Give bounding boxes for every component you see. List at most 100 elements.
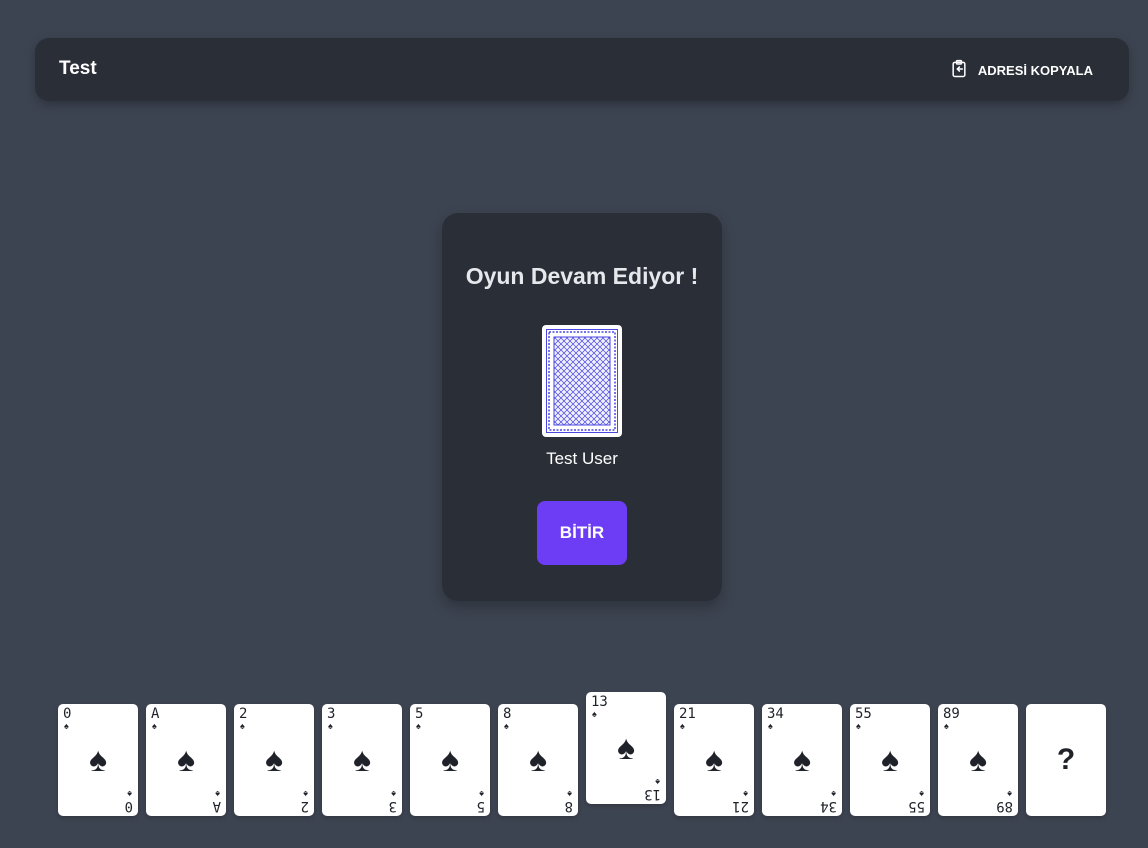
card-corner-top: 2 ♠ [239, 707, 273, 731]
card-value: 13 [591, 694, 608, 710]
card-value: 21 [679, 706, 696, 722]
finish-button[interactable]: BİTİR [537, 501, 627, 565]
card-corner-bottom: 13 ♠ [627, 777, 661, 802]
card-value: 34 [820, 798, 837, 814]
spade-icon: ♠ [831, 789, 836, 799]
spade-icon: ♠ [240, 721, 245, 731]
card-corner-bottom: 34 ♠ [803, 789, 837, 814]
card-value: 8 [564, 798, 573, 814]
spade-icon: ♠ [328, 721, 333, 731]
card-value: 0 [124, 798, 133, 814]
spade-icon: ♠ [968, 741, 988, 779]
card-corner-bottom: 55 ♠ [891, 789, 925, 814]
card-34[interactable]: 34 ♠ 34 ♠ ♠ [762, 704, 842, 816]
spade-icon: ♠ [64, 721, 69, 731]
spade-icon: ♠ [264, 741, 284, 779]
player-card-back [542, 325, 622, 437]
spade-icon: ♠ [127, 789, 132, 799]
card-corner-bottom: 89 ♠ [979, 789, 1013, 814]
spade-icon: ♠ [215, 789, 220, 799]
card-corner-top: 0 ♠ [63, 707, 97, 731]
card-corner-bottom: 21 ♠ [715, 789, 749, 814]
card-value: 5 [415, 706, 424, 722]
spade-icon: ♠ [680, 721, 685, 731]
card-value: 89 [996, 798, 1013, 814]
card-21[interactable]: 21 ♠ 21 ♠ ♠ [674, 704, 754, 816]
card-unknown[interactable]: ? [1026, 704, 1106, 816]
card-A[interactable]: A ♠ A ♠ ♠ [146, 704, 226, 816]
card-5[interactable]: 5 ♠ 5 ♠ ♠ [410, 704, 490, 816]
card-corner-top: 3 ♠ [327, 707, 361, 731]
card-corner-bottom: 0 ♠ [99, 789, 133, 814]
spade-icon: ♠ [792, 741, 812, 779]
card-value: 5 [476, 798, 485, 814]
spade-icon: ♠ [919, 789, 924, 799]
card-corner-bottom: 5 ♠ [451, 789, 485, 814]
card-corner-bottom: 3 ♠ [363, 789, 397, 814]
player-name: Test User [546, 449, 618, 468]
spade-icon: ♠ [303, 789, 308, 799]
spade-icon: ♠ [176, 741, 196, 779]
card-back-pattern-icon [546, 329, 618, 433]
card-value: 13 [644, 786, 661, 802]
room-title: Test [59, 58, 97, 79]
spade-icon: ♠ [856, 721, 861, 731]
spade-icon: ♠ [504, 721, 509, 731]
card-value: 2 [239, 706, 248, 722]
spade-icon: ♠ [391, 789, 396, 799]
game-status-panel: Oyun Devam Ediyor ! Test User BİTİR [442, 213, 722, 601]
spade-icon: ♠ [592, 709, 597, 719]
card-value: A [212, 798, 221, 814]
card-0[interactable]: 0 ♠ 0 ♠ ♠ [58, 704, 138, 816]
copy-address-button[interactable]: ADRESİ KOPYALA [937, 52, 1105, 88]
spade-icon: ♠ [1007, 789, 1012, 799]
spade-icon: ♠ [567, 789, 572, 799]
spade-icon: ♠ [88, 741, 108, 779]
spade-icon: ♠ [743, 789, 748, 799]
spade-icon: ♠ [944, 721, 949, 731]
card-corner-top: 34 ♠ [767, 707, 801, 731]
card-value: 89 [943, 706, 960, 722]
card-value: 34 [767, 706, 784, 722]
card-corner-top: 5 ♠ [415, 707, 449, 731]
spade-icon: ♠ [416, 721, 421, 731]
card-value: 55 [908, 798, 925, 814]
spade-icon: ♠ [616, 729, 636, 767]
copy-address-label: ADRESİ KOPYALA [977, 62, 1093, 78]
card-corner-top: 21 ♠ [679, 707, 713, 731]
spade-icon: ♠ [655, 777, 660, 787]
spade-icon: ♠ [768, 721, 773, 731]
card-value: 8 [503, 706, 512, 722]
card-value: 55 [855, 706, 872, 722]
card-89[interactable]: 89 ♠ 89 ♠ ♠ [938, 704, 1018, 816]
spade-icon: ♠ [352, 741, 372, 779]
card-13[interactable]: 13 ♠ 13 ♠ ♠ [586, 692, 666, 804]
card-corner-bottom: 8 ♠ [539, 789, 573, 814]
card-value: A [151, 706, 160, 722]
spade-icon: ♠ [479, 789, 484, 799]
card-corner-bottom: A ♠ [187, 789, 221, 814]
spade-icon: ♠ [704, 741, 724, 779]
card-value: 3 [388, 798, 397, 814]
spade-icon: ♠ [440, 741, 460, 779]
clipboard-copy-icon [949, 59, 969, 82]
spade-icon: ♠ [152, 721, 157, 731]
spade-icon: ♠ [880, 741, 900, 779]
card-corner-bottom: 2 ♠ [275, 789, 309, 814]
card-corner-top: 8 ♠ [503, 707, 537, 731]
card-55[interactable]: 55 ♠ 55 ♠ ♠ [850, 704, 930, 816]
card-8[interactable]: 8 ♠ 8 ♠ ♠ [498, 704, 578, 816]
card-value: 2 [300, 798, 309, 814]
card-value: 0 [63, 706, 72, 722]
card-corner-top: A ♠ [151, 707, 185, 731]
card-value: 3 [327, 706, 336, 722]
card-corner-top: 89 ♠ [943, 707, 977, 731]
card-3[interactable]: 3 ♠ 3 ♠ ♠ [322, 704, 402, 816]
card-corner-top: 55 ♠ [855, 707, 889, 731]
spade-icon: ♠ [528, 741, 548, 779]
card-value: ? [1056, 743, 1076, 776]
card-2[interactable]: 2 ♠ 2 ♠ ♠ [234, 704, 314, 816]
top-bar: Test ADRESİ KOPYALA [35, 38, 1129, 101]
card-corner-top: 13 ♠ [591, 695, 625, 719]
card-value: 21 [732, 798, 749, 814]
